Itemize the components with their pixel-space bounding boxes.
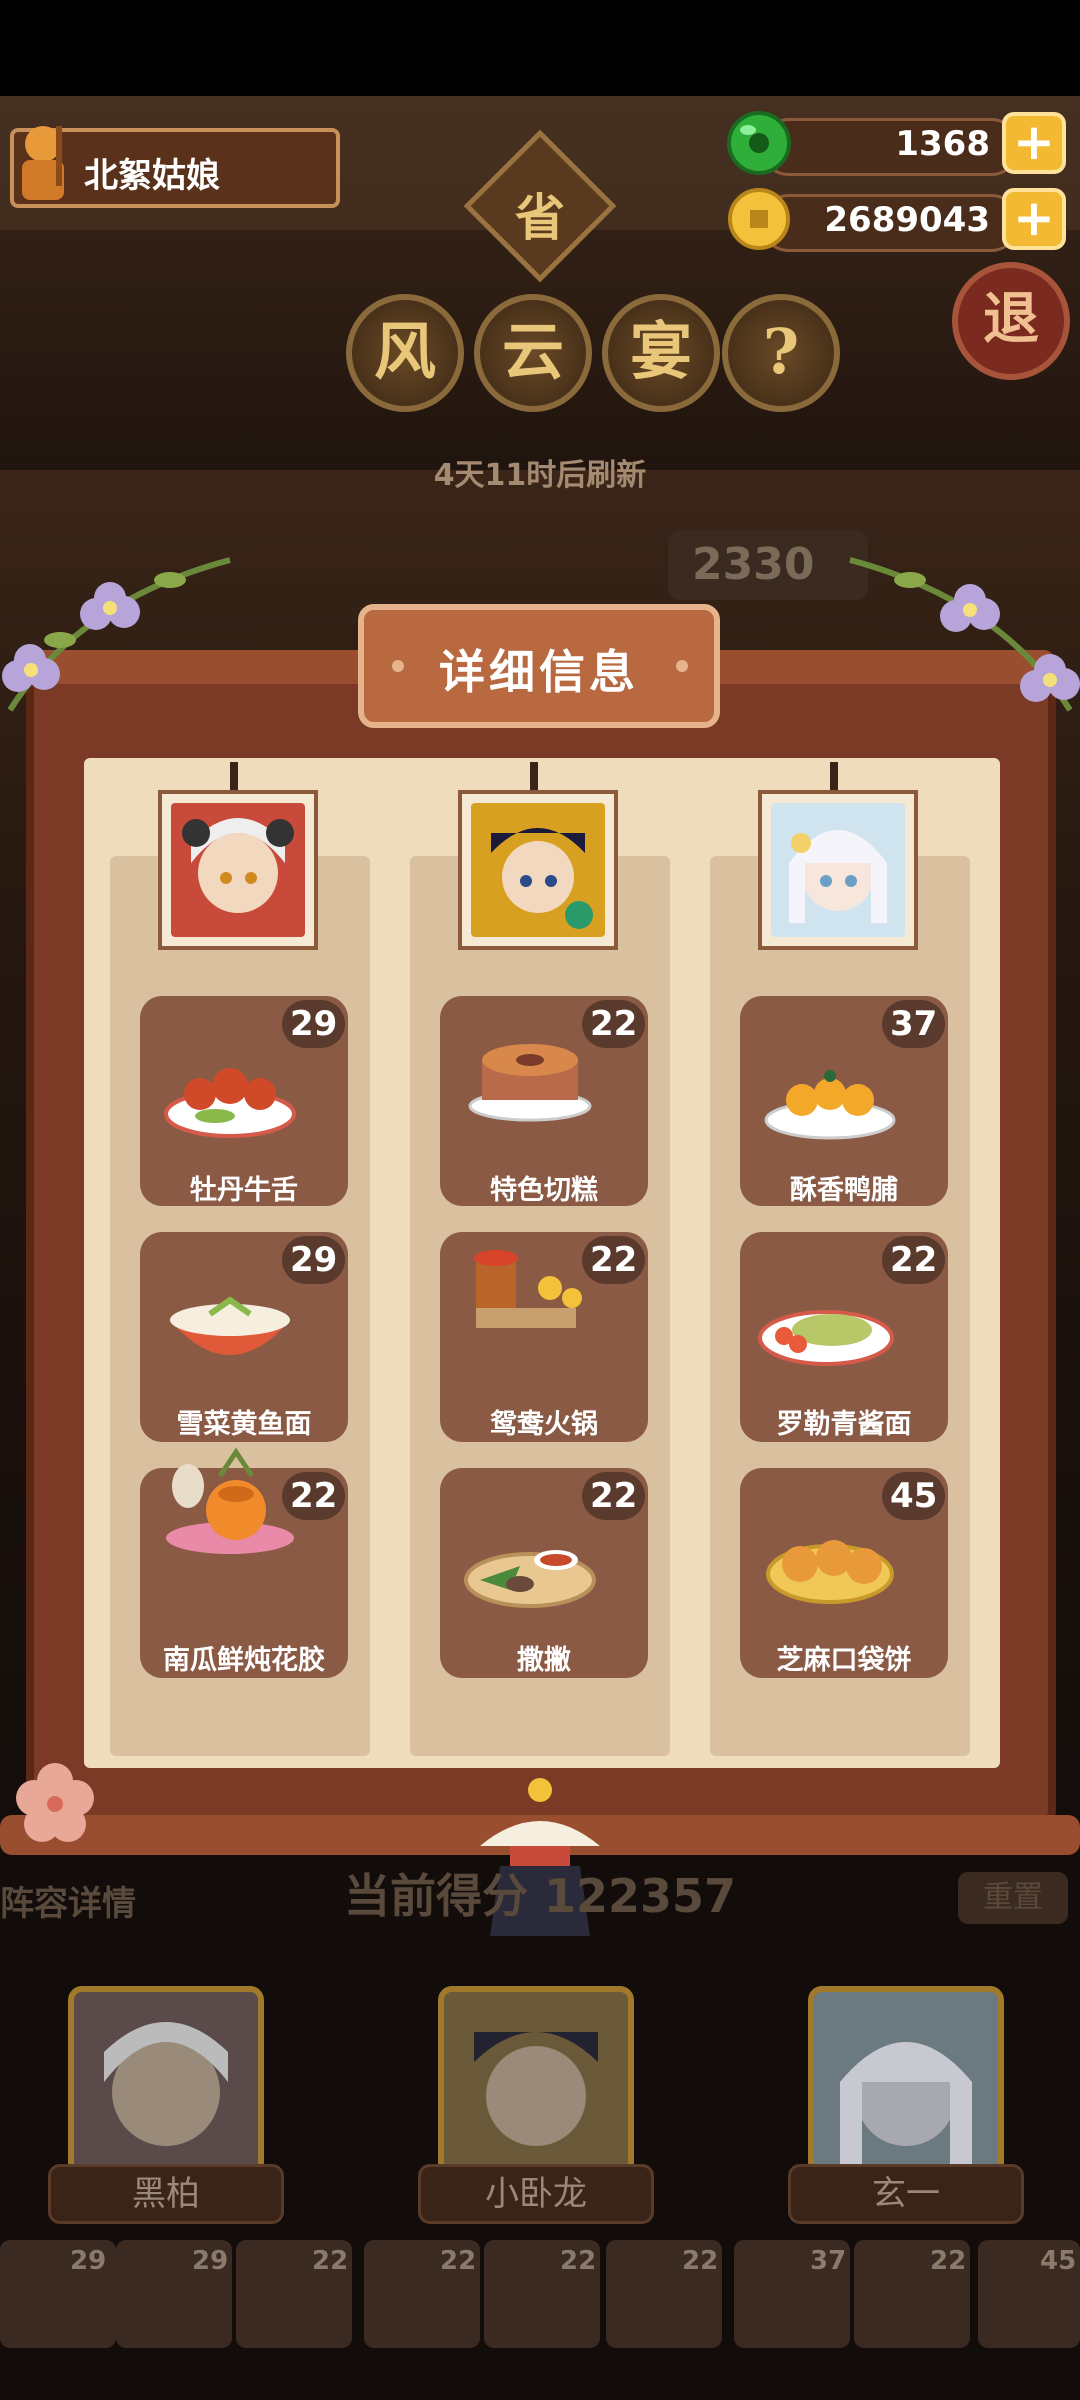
title-char-yan: 宴 [602, 294, 720, 412]
dish-name: 雪菜黄鱼面 [176, 1409, 312, 1440]
dish-count: 29 [282, 1000, 346, 1048]
dish-name: 南瓜鲜炖花胶 [163, 1645, 325, 1676]
dish-slot-count: 22 [560, 2246, 597, 2276]
flower-decoration-icon [849, 557, 1080, 712]
snow-veg-fish-noodle-icon [170, 1296, 290, 1355]
dish-slot-count: 22 [440, 2246, 477, 2276]
portrait-pin [830, 762, 838, 790]
basil-pesto-noodle-icon [758, 1310, 894, 1366]
dish-name: 罗勒青酱面 [776, 1409, 912, 1440]
refresh-timer: 4天11时后刷新 [433, 458, 647, 493]
dish-slot-count: 37 [810, 2246, 847, 2276]
dish-count: 22 [582, 1000, 646, 1048]
exit-button[interactable]: 退 [952, 262, 1070, 380]
dish-count: 22 [582, 1472, 646, 1520]
player-avatar-icon[interactable] [8, 118, 78, 208]
dish-name: 撒撇 [517, 1645, 571, 1676]
portrait-pin [230, 762, 238, 790]
character-name-plate: 小卧龙 [418, 2164, 654, 2224]
current-score: 当前得分 122357 [0, 1860, 1080, 1926]
pumpkin-fish-maw-icon [166, 1447, 294, 1554]
province-badge: 省 [515, 188, 565, 247]
dish-slot-count: 22 [682, 2246, 719, 2276]
dish-slot-count: 29 [70, 2246, 107, 2276]
character-heibai-icon [74, 1992, 258, 2170]
jade-amount: 1368 [895, 124, 990, 164]
flower-decoration-icon [16, 1763, 94, 1842]
help-button[interactable]: ? [722, 294, 840, 412]
dish-slot-count: 29 [192, 2246, 229, 2276]
dish-count: 22 [282, 1472, 346, 1520]
sesame-pocket-pie-icon [766, 1540, 894, 1604]
portrait-pin [530, 762, 538, 790]
character-xuanyi-portrait [771, 803, 905, 937]
character-name-plate: 玄一 [788, 2164, 1024, 2224]
dish-count: 37 [882, 1000, 946, 1048]
dish-count: 29 [282, 1236, 346, 1284]
dish-name: 鸳鸯火锅 [490, 1409, 598, 1440]
title-char-yun: 云 [474, 294, 592, 412]
dish-count: 45 [882, 1472, 946, 1520]
reset-button[interactable]: 重置 [958, 1872, 1068, 1924]
dish-slot-count: 22 [312, 2246, 349, 2276]
character-xiaowolong-portrait [471, 803, 605, 937]
special-cake-icon [468, 1044, 592, 1122]
dish-slot-count: 45 [1040, 2246, 1077, 2276]
top-score-display: 2330 [668, 530, 868, 600]
character-card-xiaowolong[interactable] [438, 1986, 634, 2176]
character-heibai-portrait [171, 803, 305, 937]
dish-name: 牡丹牛舌 [190, 1175, 298, 1206]
character-xuanyi-icon [814, 1992, 998, 2170]
popup-title: 详细信息 [439, 645, 639, 699]
dish-count: 22 [882, 1236, 946, 1284]
sapie-icon [464, 1550, 596, 1608]
dish-name: 特色切糕 [490, 1175, 598, 1206]
flower-decoration-icon [2, 557, 231, 712]
crispy-duck-icon [764, 1070, 896, 1140]
add-jade-button[interactable]: + [1002, 112, 1066, 174]
gold-amount: 2689043 [824, 200, 990, 240]
current-score-value: 122357 [543, 1869, 737, 1923]
character-card-xuanyi[interactable] [808, 1986, 1004, 2176]
dish-count: 22 [582, 1236, 646, 1284]
twin-hotpot-icon [474, 1250, 582, 1328]
character-name-plate: 黑柏 [48, 2164, 284, 2224]
current-score-label: 当前得分 [343, 1869, 528, 1923]
character-card-heibai[interactable] [68, 1986, 264, 2176]
title-char-feng: 风 [346, 294, 464, 412]
dish-name: 芝麻口袋饼 [776, 1645, 912, 1676]
dish-slot-count: 22 [930, 2246, 967, 2276]
status-bar [0, 0, 1080, 96]
player-name: 北絮姑娘 [84, 156, 220, 196]
dish-name: 酥香鸭脯 [790, 1175, 898, 1206]
peony-beef-tongue-icon [164, 1068, 296, 1138]
add-gold-button[interactable]: + [1002, 188, 1066, 250]
character-xiaowolong-icon [444, 1992, 628, 2170]
